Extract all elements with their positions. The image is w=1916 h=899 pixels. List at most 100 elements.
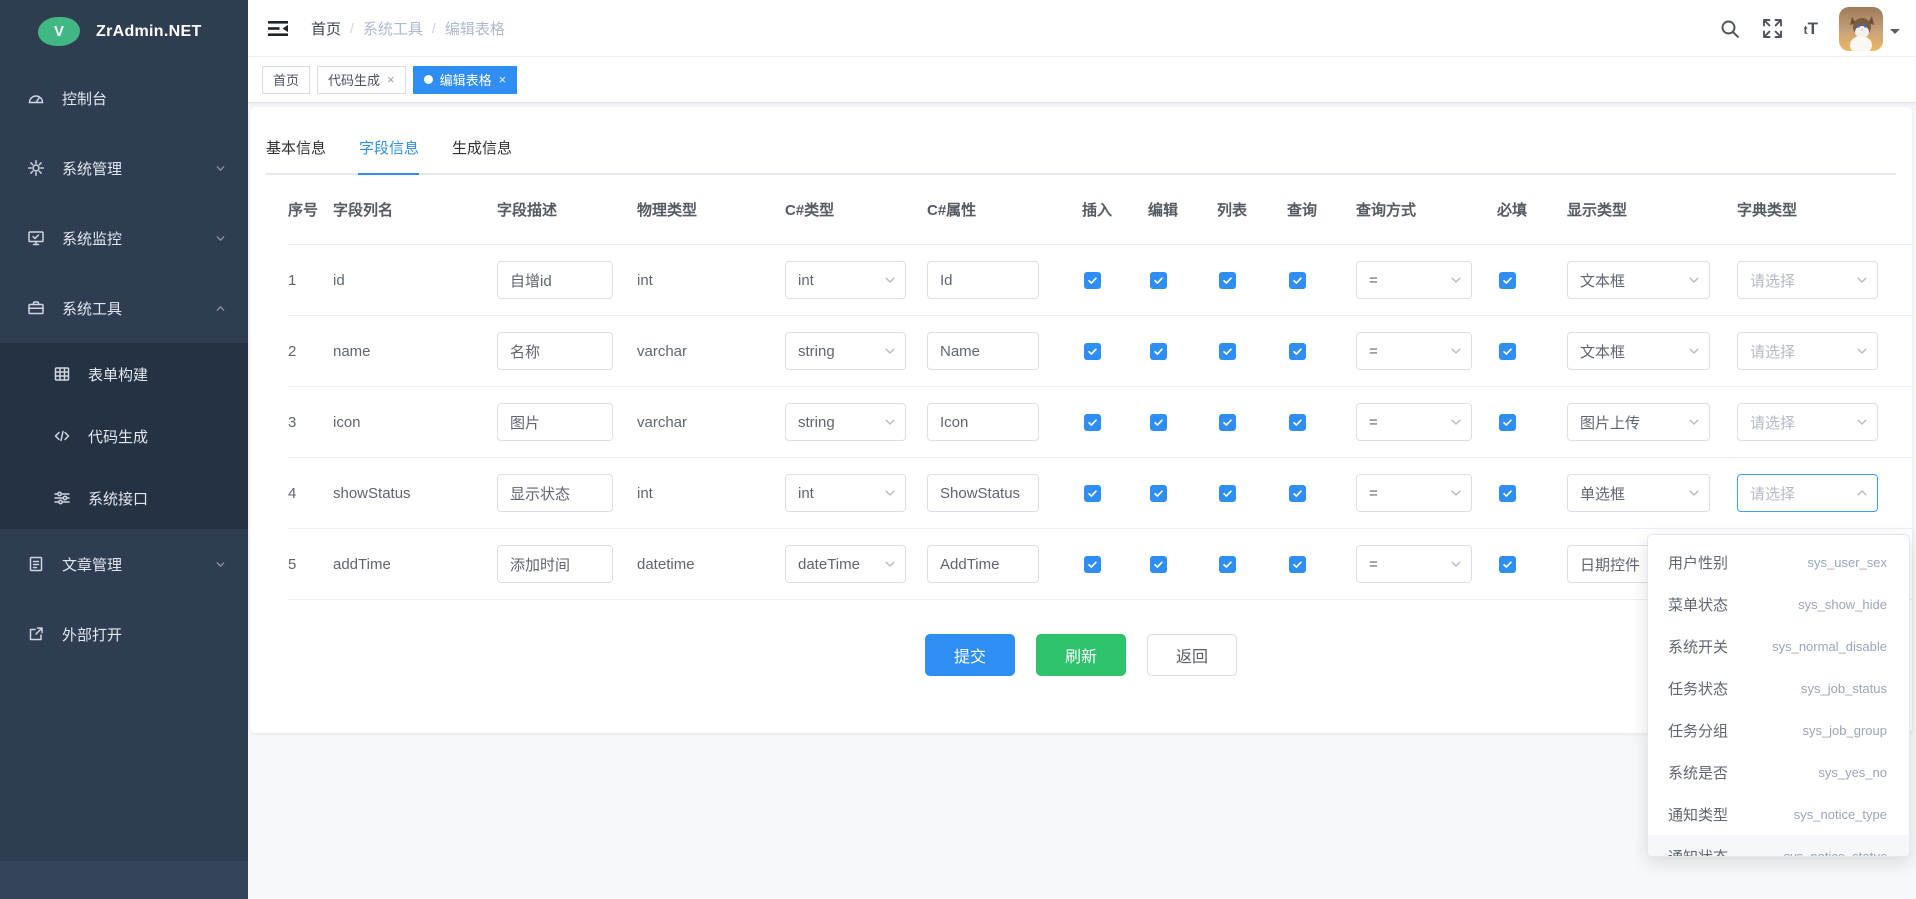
sidebar-item-系统工具[interactable]: 系统工具 xyxy=(0,273,248,343)
dict-type-select[interactable]: 请选择 xyxy=(1737,261,1878,299)
dict-option-sys_show_hide[interactable]: 菜单状态sys_show_hide xyxy=(1648,583,1909,625)
sidebar-item-系统接口[interactable]: 系统接口 xyxy=(0,467,248,529)
display-type-select[interactable]: 图片上传 xyxy=(1567,403,1710,441)
submit-button[interactable]: 提交 xyxy=(925,634,1015,676)
tab-字段信息[interactable]: 字段信息 xyxy=(359,137,419,158)
list-checkbox[interactable] xyxy=(1219,343,1236,360)
field-desc-input[interactable] xyxy=(497,403,613,441)
query-checkbox[interactable] xyxy=(1289,556,1306,573)
dict-option-sys_notice_status[interactable]: 通知状态sys_notice_status xyxy=(1648,835,1909,857)
insert-checkbox[interactable] xyxy=(1084,485,1101,502)
required-checkbox[interactable] xyxy=(1499,343,1516,360)
field-desc-input[interactable] xyxy=(497,332,613,370)
query-checkbox[interactable] xyxy=(1289,414,1306,431)
required-checkbox[interactable] xyxy=(1499,414,1516,431)
query-mode-select[interactable]: = xyxy=(1356,474,1472,512)
sidebar-item-控制台[interactable]: 控制台 xyxy=(0,63,248,133)
close-icon[interactable]: × xyxy=(499,73,507,86)
app-logo[interactable]: V ZrAdmin.NET xyxy=(0,0,248,63)
display-type-select[interactable]: 文本框 xyxy=(1567,332,1710,370)
cs-type-select[interactable]: string xyxy=(785,403,906,441)
insert-checkbox[interactable] xyxy=(1084,414,1101,431)
display-type-select[interactable]: 单选框 xyxy=(1567,474,1710,512)
edit-checkbox[interactable] xyxy=(1150,343,1167,360)
insert-checkbox[interactable] xyxy=(1084,272,1101,289)
cs-type-select[interactable]: dateTime xyxy=(785,545,906,583)
dict-type-select[interactable]: 请选择 xyxy=(1737,474,1878,512)
edit-checkbox[interactable] xyxy=(1150,556,1167,573)
tab-编辑表格[interactable]: 编辑表格× xyxy=(413,66,518,94)
sidebar-item-label: 外部打开 xyxy=(62,624,122,645)
font-size-icon[interactable]: tT xyxy=(1804,19,1818,39)
field-desc-input[interactable] xyxy=(497,474,613,512)
chevron-down-icon xyxy=(1687,415,1701,429)
required-checkbox[interactable] xyxy=(1499,485,1516,502)
query-mode-select[interactable]: = xyxy=(1356,261,1472,299)
dict-option-sys_job_group[interactable]: 任务分组sys_job_group xyxy=(1648,709,1909,751)
sidebar-item-代码生成[interactable]: 代码生成 xyxy=(0,405,248,467)
query-mode-select[interactable]: = xyxy=(1356,545,1472,583)
column-header-插入: 插入 xyxy=(1082,199,1148,220)
sidebar-item-外部打开[interactable]: 外部打开 xyxy=(0,599,248,669)
refresh-button[interactable]: 刷新 xyxy=(1036,634,1126,676)
search-icon[interactable] xyxy=(1719,18,1741,40)
field-desc-input[interactable] xyxy=(497,261,613,299)
sidebar-collapse-bar[interactable] xyxy=(0,861,248,899)
sidebar-item-文章管理[interactable]: 文章管理 xyxy=(0,529,248,599)
breadcrumb-system-tools[interactable]: 系统工具 xyxy=(363,18,423,39)
list-checkbox[interactable] xyxy=(1219,485,1236,502)
cs-prop-input[interactable] xyxy=(927,545,1039,583)
back-button[interactable]: 返回 xyxy=(1147,634,1237,676)
dict-option-sys_notice_type[interactable]: 通知类型sys_notice_type xyxy=(1648,793,1909,835)
cs-prop-input[interactable] xyxy=(927,403,1039,441)
cs-prop-input[interactable] xyxy=(927,261,1039,299)
dict-option-sys_normal_disable[interactable]: 系统开关sys_normal_disable xyxy=(1648,625,1909,667)
tab-生成信息[interactable]: 生成信息 xyxy=(452,137,512,158)
tab-代码生成[interactable]: 代码生成× xyxy=(317,66,406,94)
list-checkbox[interactable] xyxy=(1219,556,1236,573)
list-checkbox[interactable] xyxy=(1219,272,1236,289)
cs-type-select[interactable]: int xyxy=(785,261,906,299)
list-checkbox[interactable] xyxy=(1219,414,1236,431)
dict-type-select[interactable]: 请选择 xyxy=(1737,332,1878,370)
sidebar-toggle-icon[interactable] xyxy=(268,20,288,37)
query-checkbox[interactable] xyxy=(1289,272,1306,289)
query-checkbox[interactable] xyxy=(1289,485,1306,502)
tab-首页[interactable]: 首页 xyxy=(262,66,310,94)
query-checkbox[interactable] xyxy=(1289,343,1306,360)
cs-prop-input[interactable] xyxy=(927,474,1039,512)
dict-option-sys_job_status[interactable]: 任务状态sys_job_status xyxy=(1648,667,1909,709)
insert-checkbox[interactable] xyxy=(1084,343,1101,360)
user-avatar[interactable] xyxy=(1839,7,1883,51)
fullscreen-icon[interactable] xyxy=(1762,18,1783,39)
user-menu[interactable] xyxy=(1839,7,1900,51)
close-icon[interactable]: × xyxy=(387,73,395,86)
edit-checkbox[interactable] xyxy=(1150,485,1167,502)
dict-type-select[interactable]: 请选择 xyxy=(1737,403,1878,441)
edit-checkbox[interactable] xyxy=(1150,272,1167,289)
cs-type-select[interactable]: string xyxy=(785,332,906,370)
query-mode-select[interactable]: = xyxy=(1356,403,1472,441)
physical-type: varchar xyxy=(637,343,785,360)
required-checkbox[interactable] xyxy=(1499,272,1516,289)
sidebar-item-系统监控[interactable]: 系统监控 xyxy=(0,203,248,273)
field-desc-input[interactable] xyxy=(497,545,613,583)
query-mode-select[interactable]: = xyxy=(1356,332,1472,370)
select-value: 文本框 xyxy=(1580,270,1687,291)
insert-checkbox[interactable] xyxy=(1084,556,1101,573)
dict-option-sys_yes_no[interactable]: 系统是否sys_yes_no xyxy=(1648,751,1909,793)
tab-基本信息[interactable]: 基本信息 xyxy=(266,137,326,158)
sidebar-item-系统管理[interactable]: 系统管理 xyxy=(0,133,248,203)
display-type-select[interactable]: 文本框 xyxy=(1567,261,1710,299)
dict-option-value: sys_yes_no xyxy=(1818,765,1887,780)
dict-option-sys_user_sex[interactable]: 用户性别sys_user_sex xyxy=(1648,541,1909,583)
cs-type-select[interactable]: int xyxy=(785,474,906,512)
breadcrumb-home[interactable]: 首页 xyxy=(311,18,341,39)
required-checkbox[interactable] xyxy=(1499,556,1516,573)
column-header-序号: 序号 xyxy=(288,199,333,220)
breadcrumb-edit-table[interactable]: 编辑表格 xyxy=(445,18,505,39)
sidebar-item-表单构建[interactable]: 表单构建 xyxy=(0,343,248,405)
edit-checkbox[interactable] xyxy=(1150,414,1167,431)
cs-prop-input[interactable] xyxy=(927,332,1039,370)
external-link-icon xyxy=(27,625,45,643)
